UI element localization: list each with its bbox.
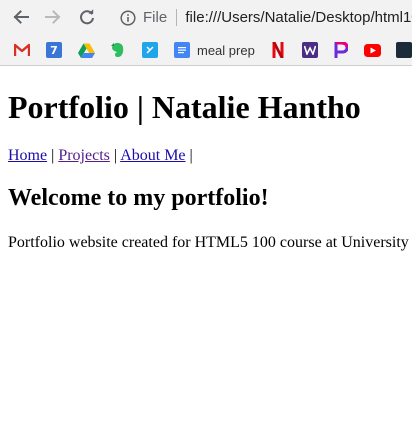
back-button[interactable] <box>10 6 32 28</box>
bookmark-gmail[interactable] <box>14 41 30 59</box>
bookmark-purple-w[interactable] <box>302 41 318 59</box>
description-text: Portfolio website created for HTML5 100 … <box>8 234 409 251</box>
netflix-icon <box>272 42 284 58</box>
site-nav: Home | Projects | About Me | <box>8 147 193 165</box>
page-content: Portfolio | Natalie Hantho Home | Projec… <box>0 67 412 435</box>
gmail-icon <box>14 43 30 56</box>
bookmark-drive[interactable] <box>78 41 95 59</box>
address-bar[interactable]: File file:///Users/Natalie/Desktop/html1… <box>108 4 412 31</box>
bookmark-meal-prep[interactable]: meal prep <box>174 41 255 59</box>
browser-toolbar: File file:///Users/Natalie/Desktop/html1… <box>0 0 412 34</box>
p-logo-icon <box>334 42 348 58</box>
bookmark-youtube[interactable] <box>364 41 381 59</box>
forward-button[interactable] <box>42 6 64 28</box>
bookmark-meal-prep-label: meal prep <box>197 42 255 58</box>
reload-button[interactable] <box>76 6 98 28</box>
scheme-label: File <box>143 9 168 26</box>
nav-link-home[interactable]: Home <box>8 147 47 164</box>
bookmark-partial[interactable] <box>396 41 412 59</box>
bookmark-p[interactable] <box>334 41 348 59</box>
bookmark-evernote[interactable] <box>110 41 125 59</box>
forward-arrow-icon <box>45 10 61 24</box>
purple-w-icon <box>302 42 318 58</box>
reload-icon <box>80 9 94 25</box>
info-icon[interactable] <box>120 9 136 26</box>
nav-separator: | <box>109 147 121 164</box>
page-title: Portfolio | Natalie Hantho <box>8 89 361 125</box>
dark-square-icon <box>396 42 412 58</box>
evernote-icon <box>111 42 124 57</box>
url-text[interactable]: file:///Users/Natalie/Desktop/html100 <box>185 9 412 26</box>
nav-link-about[interactable]: About Me <box>120 147 185 164</box>
nav-separator: | <box>47 147 59 164</box>
bookmark-netflix[interactable] <box>272 41 284 59</box>
nav-separator: | <box>185 147 193 164</box>
back-arrow-icon <box>13 10 29 24</box>
calendar-icon: 7 <box>46 42 62 58</box>
calendar-day: 7 <box>50 43 58 57</box>
welcome-heading: Welcome to my portfolio! <box>8 185 269 211</box>
drive-icon <box>78 43 95 58</box>
nav-link-projects[interactable]: Projects <box>58 147 110 164</box>
document-icon <box>174 42 190 58</box>
bookmark-calendar[interactable]: 7 <box>46 41 62 59</box>
bookmark-blue-tool[interactable] <box>142 41 158 59</box>
blue-square-icon <box>142 42 158 58</box>
youtube-icon <box>364 43 381 57</box>
bookmarks-bar: 7 meal prep <box>0 34 412 66</box>
